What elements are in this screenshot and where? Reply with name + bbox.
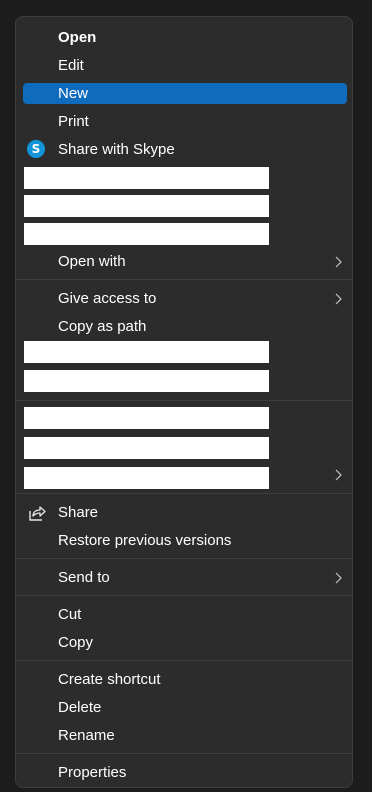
- menu-item-edit[interactable]: Edit: [23, 55, 347, 76]
- menu-separator: [16, 558, 352, 559]
- menu-item-label: Create shortcut: [58, 671, 161, 688]
- menu-item-properties[interactable]: Properties: [23, 762, 347, 783]
- redacted-menu-item[interactable]: [24, 407, 269, 429]
- menu-item-restore-previous-versions[interactable]: Restore previous versions: [23, 530, 347, 551]
- menu-item-label: Print: [58, 113, 89, 130]
- menu-item-delete[interactable]: Delete: [23, 697, 347, 718]
- redacted-menu-item[interactable]: [24, 195, 269, 217]
- chevron-right-icon: [335, 256, 342, 268]
- menu-separator: [16, 660, 352, 661]
- menu-item-share-with-skype[interactable]: S Share with Skype: [23, 139, 347, 160]
- menu-item-label: Share with Skype: [58, 141, 175, 158]
- menu-item-label: Open: [58, 29, 97, 46]
- menu-item-share[interactable]: Share: [23, 502, 347, 523]
- chevron-right-icon: [335, 293, 342, 305]
- menu-item-send-to[interactable]: Send to: [23, 567, 347, 588]
- redacted-menu-item[interactable]: [24, 467, 269, 489]
- menu-separator: [16, 400, 352, 401]
- menu-item-cut[interactable]: Cut: [23, 604, 347, 625]
- redacted-menu-item[interactable]: [24, 167, 269, 189]
- menu-item-label: Edit: [58, 57, 84, 74]
- menu-item-label: Properties: [58, 764, 127, 781]
- menu-item-label: New: [58, 85, 89, 102]
- menu-item-label: Copy: [58, 634, 94, 651]
- menu-separator: [16, 493, 352, 494]
- redacted-menu-item[interactable]: [24, 437, 269, 459]
- menu-item-rename[interactable]: Rename: [23, 725, 347, 746]
- menu-item-print[interactable]: Print: [23, 111, 347, 132]
- menu-item-label: Cut: [58, 606, 82, 623]
- menu-separator: [16, 753, 352, 754]
- menu-item-create-shortcut[interactable]: Create shortcut: [23, 669, 347, 690]
- skype-glyph: S: [27, 140, 45, 158]
- redacted-menu-item[interactable]: [24, 223, 269, 245]
- menu-separator: [16, 279, 352, 280]
- menu-item-label: Delete: [58, 699, 102, 716]
- menu-item-copy-as-path[interactable]: Copy as path: [23, 316, 347, 337]
- redacted-menu-item[interactable]: [24, 370, 269, 392]
- menu-item-new[interactable]: New: [23, 83, 347, 104]
- chevron-right-icon: [335, 469, 342, 481]
- menu-item-label: Open with: [58, 253, 126, 270]
- chevron-right-icon: [335, 572, 342, 584]
- skype-icon: S: [27, 140, 47, 160]
- menu-item-give-access[interactable]: Give access to: [23, 288, 347, 309]
- menu-item-copy[interactable]: Copy: [23, 632, 347, 653]
- menu-item-open[interactable]: Open: [23, 27, 347, 48]
- redacted-menu-item[interactable]: [24, 341, 269, 363]
- menu-item-label: Share: [58, 504, 99, 521]
- menu-item-label: Copy as path: [58, 318, 147, 335]
- share-icon: [29, 506, 46, 521]
- menu-item-open-with[interactable]: Open with: [23, 251, 347, 272]
- menu-separator: [16, 595, 352, 596]
- context-menu: Open Edit New Print S Share with Skype O…: [15, 16, 353, 788]
- menu-item-label: Give access to: [58, 290, 157, 307]
- menu-item-label: Restore previous versions: [58, 532, 232, 549]
- menu-item-label: Send to: [58, 569, 110, 586]
- menu-item-label: Rename: [58, 727, 115, 744]
